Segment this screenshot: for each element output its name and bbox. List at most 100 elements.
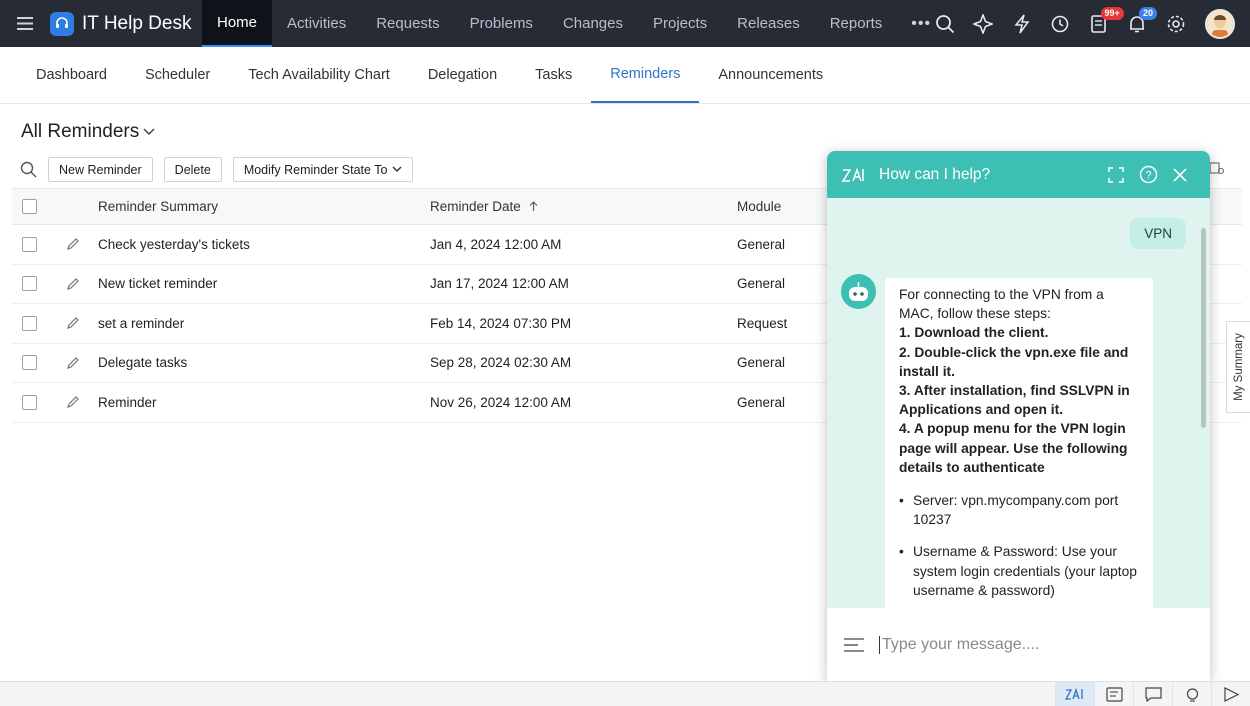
zia-logo-icon bbox=[841, 167, 864, 182]
tab-announcements[interactable]: Announcements bbox=[699, 47, 842, 103]
tab-delegation[interactable]: Delegation bbox=[409, 47, 516, 103]
top-icons: 99+ 20 bbox=[926, 0, 1250, 47]
bot-intro: For connecting to the VPN from a MAC, fo… bbox=[899, 287, 1104, 322]
sub-tabs: Dashboard Scheduler Tech Availability Ch… bbox=[0, 47, 1250, 104]
zia-icon[interactable] bbox=[1055, 682, 1094, 706]
bot-bullet: Username & Password: Use your system log… bbox=[899, 542, 1139, 600]
bot-step: 3. After installation, find SSLVPN in Ap… bbox=[899, 383, 1130, 418]
expand-icon[interactable] bbox=[1100, 166, 1132, 183]
nav-changes[interactable]: Changes bbox=[548, 0, 638, 47]
nav-problems[interactable]: Problems bbox=[455, 0, 548, 47]
user-message: VPN bbox=[1130, 218, 1186, 249]
svg-text:?: ? bbox=[1145, 170, 1151, 182]
bottom-bar bbox=[0, 681, 1250, 706]
reminder-summary[interactable]: Reminder bbox=[98, 395, 430, 410]
chat-input-area: Type your message.... bbox=[827, 608, 1210, 681]
reminder-summary[interactable]: Delegate tasks bbox=[98, 355, 430, 370]
chevron-down-icon bbox=[392, 166, 402, 173]
row-checkbox[interactable] bbox=[22, 394, 37, 410]
tab-reminders[interactable]: Reminders bbox=[591, 47, 700, 103]
chat-icon[interactable] bbox=[1133, 682, 1172, 706]
chat-messages: VPN For connecting to the VPN from a MAC… bbox=[827, 198, 1210, 608]
header-date-label: Reminder Date bbox=[430, 199, 521, 214]
nav-projects[interactable]: Projects bbox=[638, 0, 722, 47]
main-nav: Home Activities Requests Problems Change… bbox=[202, 0, 945, 47]
search-icon[interactable] bbox=[20, 161, 37, 178]
chat-title: How can I help? bbox=[879, 165, 991, 183]
bottom-icons bbox=[1055, 682, 1250, 706]
pencil-icon[interactable] bbox=[66, 237, 80, 251]
help-icon[interactable]: ? bbox=[1132, 165, 1164, 184]
sort-ascending-icon bbox=[529, 201, 538, 211]
notifications-badge: 20 bbox=[1139, 7, 1158, 20]
helpdesk-logo-icon bbox=[50, 11, 74, 36]
nav-activities[interactable]: Activities bbox=[272, 0, 361, 47]
bot-message: For connecting to the VPN from a MAC, fo… bbox=[885, 278, 1153, 608]
bot-step: 1. Download the client. bbox=[899, 325, 1049, 341]
tab-dashboard[interactable]: Dashboard bbox=[17, 47, 126, 103]
my-summary-label: My Summary bbox=[1232, 333, 1245, 401]
reminder-summary[interactable]: set a reminder bbox=[98, 316, 430, 331]
search-icon[interactable] bbox=[926, 0, 965, 47]
reminder-date: Nov 26, 2024 12:00 AM bbox=[430, 394, 572, 410]
pencil-icon[interactable] bbox=[66, 277, 80, 291]
close-icon[interactable] bbox=[1164, 167, 1196, 182]
app-title: IT Help Desk bbox=[82, 12, 192, 34]
tab-tech-availability-chart[interactable]: Tech Availability Chart bbox=[229, 47, 409, 103]
lightbulb-icon[interactable] bbox=[1172, 682, 1211, 706]
header-summary[interactable]: Reminder Summary bbox=[98, 199, 430, 214]
tab-scheduler[interactable]: Scheduler bbox=[126, 47, 229, 103]
bot-avatar-icon bbox=[841, 274, 876, 309]
row-checkbox[interactable] bbox=[22, 315, 37, 331]
ai-sparkle-icon[interactable] bbox=[964, 0, 1003, 47]
reminder-date: Feb 14, 2024 07:30 PM bbox=[430, 315, 572, 331]
nav-releases[interactable]: Releases bbox=[722, 0, 815, 47]
modify-reminder-state-dropdown[interactable]: Modify Reminder State To bbox=[232, 157, 414, 182]
column-settings-icon[interactable] bbox=[1209, 160, 1225, 181]
pencil-icon[interactable] bbox=[66, 356, 80, 370]
nav-requests[interactable]: Requests bbox=[361, 0, 454, 47]
app-brand[interactable]: IT Help Desk bbox=[50, 11, 202, 36]
pencil-icon[interactable] bbox=[66, 395, 80, 409]
bot-step: 4. A popup menu for the VPN login page w… bbox=[899, 421, 1128, 475]
top-nav-bar: IT Help Desk Home Activities Requests Pr… bbox=[0, 0, 1250, 47]
row-checkbox[interactable] bbox=[22, 236, 37, 252]
lightning-icon[interactable] bbox=[1003, 0, 1042, 47]
reminder-date: Sep 28, 2024 02:30 AM bbox=[430, 355, 572, 371]
pencil-icon[interactable] bbox=[66, 316, 80, 330]
chat-scrollbar[interactable] bbox=[1201, 228, 1206, 428]
menu-lines-icon[interactable] bbox=[843, 637, 865, 653]
notes-icon[interactable] bbox=[1094, 682, 1133, 706]
header-date[interactable]: Reminder Date bbox=[430, 199, 737, 214]
bell-icon[interactable]: 20 bbox=[1118, 0, 1158, 47]
reminder-summary[interactable]: Check yesterday's tickets bbox=[98, 237, 430, 252]
delete-button[interactable]: Delete bbox=[163, 157, 222, 182]
avatar[interactable] bbox=[1205, 8, 1235, 39]
bot-step: 2. Double-click the vpn.exe file and ins… bbox=[899, 344, 1129, 379]
nav-reports[interactable]: Reports bbox=[815, 0, 898, 47]
gear-icon[interactable] bbox=[1157, 0, 1196, 47]
page-title[interactable]: All Reminders bbox=[21, 121, 155, 143]
screen-share-icon[interactable] bbox=[1211, 682, 1250, 706]
history-icon[interactable] bbox=[1041, 0, 1080, 47]
chat-message-input[interactable]: Type your message.... bbox=[879, 635, 1039, 654]
reminder-date: Jan 17, 2024 12:00 AM bbox=[430, 276, 569, 292]
nav-home[interactable]: Home bbox=[202, 0, 273, 47]
select-all-checkbox[interactable] bbox=[22, 199, 37, 214]
my-summary-tab[interactable]: My Summary bbox=[1226, 321, 1250, 413]
row-checkbox[interactable] bbox=[22, 276, 37, 292]
page-title-text: All Reminders bbox=[21, 121, 140, 142]
new-reminder-button[interactable]: New Reminder bbox=[48, 157, 153, 182]
reminder-summary[interactable]: New ticket reminder bbox=[98, 276, 430, 291]
chevron-down-icon bbox=[143, 128, 155, 136]
tab-tasks[interactable]: Tasks bbox=[516, 47, 591, 103]
menu-icon[interactable] bbox=[0, 0, 50, 47]
toolbar: New Reminder Delete Modify Reminder Stat… bbox=[20, 157, 414, 182]
reminder-date: Jan 4, 2024 12:00 AM bbox=[430, 236, 562, 252]
tasks-icon[interactable]: 99+ bbox=[1080, 0, 1124, 47]
row-checkbox[interactable] bbox=[22, 355, 37, 371]
chat-header: How can I help? ? bbox=[827, 151, 1210, 198]
chat-assistant-panel: How can I help? ? VPN For connecting to … bbox=[827, 151, 1210, 681]
bot-bullets: Server: vpn.mycompany.com port 10237 Use… bbox=[899, 491, 1139, 600]
modify-reminder-label: Modify Reminder State To bbox=[243, 162, 388, 177]
